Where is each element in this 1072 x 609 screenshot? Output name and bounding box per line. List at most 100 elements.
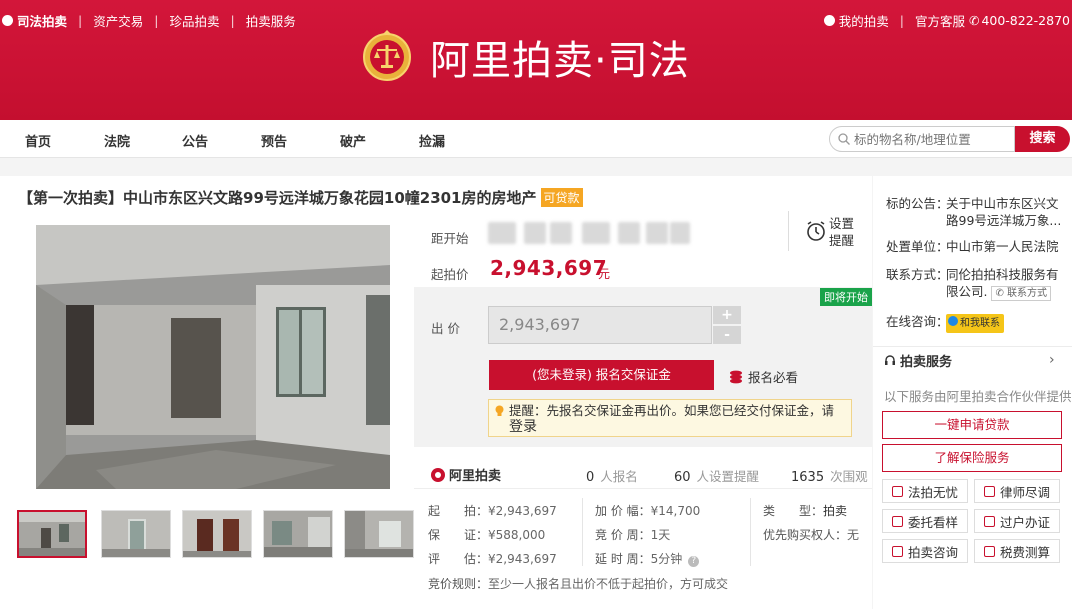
thumbnail-1[interactable] xyxy=(17,510,87,558)
bid-amount-field[interactable]: 2,943,697 xyxy=(488,306,712,344)
phone-icon: ✆ xyxy=(995,288,1008,299)
site-logo[interactable]: 阿里拍卖·司法 xyxy=(362,28,690,86)
service-lawyer-check[interactable]: 律师尽调 xyxy=(974,479,1060,503)
search-icon xyxy=(838,133,850,145)
service-transfer-label: 过户办证 xyxy=(999,514,1050,530)
services-header[interactable]: 拍卖服务 xyxy=(884,351,952,370)
my-auction-label: 我的拍卖 xyxy=(838,14,889,29)
notice-text: 提醒：先报名交保证金再出价。如果您已经交付保证金，请 xyxy=(509,403,835,418)
lawyer-icon xyxy=(983,485,995,497)
heart-icon xyxy=(891,485,903,497)
service-lawyer-check-label: 律师尽调 xyxy=(999,484,1050,500)
court-emblem-icon xyxy=(363,30,411,81)
detail-increment: 加 价 幅：¥14,700 xyxy=(595,504,701,518)
price-unit: 元 xyxy=(598,267,611,281)
thumbnail-5[interactable] xyxy=(344,510,414,558)
sidebar-court-label: 处置单位： xyxy=(886,239,949,254)
detail-start-price: 起 拍：¥2,943,697 xyxy=(428,504,557,518)
contact-info-button[interactable]: ✆ 联系方式 xyxy=(991,286,1052,301)
judicial-icon xyxy=(2,15,13,26)
user-icon xyxy=(823,15,835,26)
nav-bargain[interactable]: 捡漏 xyxy=(419,131,445,150)
support-phone: 400-822-2870 xyxy=(981,13,1070,28)
bid-stepper: + - xyxy=(713,306,741,344)
set-reminder-label: 设置提醒 xyxy=(829,216,855,248)
service-transfer[interactable]: 过户办证 xyxy=(974,509,1060,533)
nav-home[interactable]: 首页 xyxy=(25,131,51,150)
reminder-count-value: 60 xyxy=(674,470,691,485)
must-read-label: 报名必看 xyxy=(748,370,799,385)
detail-appraisal: 评 估：¥2,943,697 xyxy=(428,552,557,566)
reminder-count-label: 人设置提醒 xyxy=(696,469,760,484)
nav-preview[interactable]: 预告 xyxy=(261,131,287,150)
help-icon[interactable]: ? xyxy=(688,556,700,567)
sidebar-chat-label: 在线咨询： xyxy=(886,314,949,329)
main-photo[interactable] xyxy=(36,225,390,489)
service-tax-calc[interactable]: 税费测算 xyxy=(974,539,1060,563)
sidebar-notice-line1: 关于中山市东区兴文 xyxy=(946,196,1059,211)
view-count: 1635 次围观 xyxy=(791,466,868,485)
support-link[interactable]: 官方客服 xyxy=(915,11,965,30)
signup-count-value: 0 xyxy=(586,470,595,485)
my-auction-link[interactable]: 我的拍卖 xyxy=(823,11,889,30)
main-nav: 首页 法院 公告 预告 破产 捡漏 搜索 xyxy=(0,120,1072,158)
calculator-icon xyxy=(983,545,995,557)
search-button[interactable]: 搜索 xyxy=(1015,126,1070,152)
countdown-label: 距开始 xyxy=(431,231,469,246)
start-price-value: 2,943,697 xyxy=(490,256,608,280)
sidebar-contact-value: 同伦拍拍科技服务有 限公司. ✆ 联系方式 xyxy=(946,266,1059,301)
nav-court[interactable]: 法院 xyxy=(104,131,130,150)
insurance-button[interactable]: 了解保险服务 xyxy=(882,444,1062,472)
contact-info-label: 联系方式 xyxy=(1007,288,1048,299)
nav-notice[interactable]: 公告 xyxy=(182,131,208,150)
top-header: 司法拍卖 | 资产交易 | 珍品拍卖 | 拍卖服务 我的拍卖 | 官方客服 ✆ … xyxy=(0,0,1072,120)
status-badge: 即将开始 xyxy=(820,288,872,306)
sidebar-court-value[interactable]: 中山市第一人民法院 xyxy=(946,238,1059,255)
service-worry-free[interactable]: 法拍无忧 xyxy=(882,479,968,503)
chat-button[interactable]: 和我联系 xyxy=(946,314,1004,333)
top-links: 司法拍卖 | 资产交易 | 珍品拍卖 | 拍卖服务 我的拍卖 | 官方客服 ✆ … xyxy=(0,11,1072,30)
link-treasure-auction[interactable]: 珍品拍卖 xyxy=(169,11,219,30)
alarm-clock-icon xyxy=(807,221,825,241)
sidebar-contact-label: 联系方式： xyxy=(886,267,949,282)
reminder-count: 60 人设置提醒 xyxy=(674,466,759,485)
brand-label: 司法拍卖 xyxy=(17,14,68,29)
detail-extend-cycle: 延 时 周：5分钟? xyxy=(595,550,700,567)
sidebar-notice-line2: 路99号远洋城万象... xyxy=(946,213,1062,228)
detail-bid-rule: 竞价规则：至少一人报名且出价不低于起拍价，方可成交 xyxy=(428,577,729,591)
chevron-right-icon[interactable]: › xyxy=(1049,352,1055,368)
sidebar-contact-line1: 同伦拍拍科技服务有 xyxy=(946,267,1059,282)
service-consult[interactable]: 拍卖咨询 xyxy=(882,539,968,563)
brand-link[interactable]: 司法拍卖 xyxy=(2,11,67,30)
ali-logo-text: 阿里拍卖 xyxy=(449,469,502,484)
sidebar-notice-link[interactable]: 关于中山市东区兴文 路99号远洋城万象... xyxy=(946,195,1061,229)
document-icon xyxy=(983,515,995,527)
listing-title: 【第一次拍卖】中山市东区兴文路99号远洋城万象花园10幢2301房的房地产 可贷款 xyxy=(18,187,583,208)
service-consult-label: 拍卖咨询 xyxy=(907,544,958,560)
must-read-link[interactable]: 报名必看 xyxy=(728,367,798,386)
signup-count: 0 人报名 xyxy=(586,466,638,485)
thumbnail-2[interactable] xyxy=(101,510,171,558)
service-viewing[interactable]: 委托看样 xyxy=(882,509,968,533)
signup-deposit-button[interactable]: (您未登录) 报名交保证金 xyxy=(489,360,714,390)
deposit-notice: 提醒：先报名交保证金再出价。如果您已经交付保证金，请登录 xyxy=(488,399,852,437)
search-input[interactable] xyxy=(854,130,1009,148)
ali-logo-icon xyxy=(431,467,445,482)
sidebar-contact-line2: 限公司. xyxy=(946,284,988,299)
divider xyxy=(750,498,751,566)
decrement-button[interactable]: - xyxy=(713,326,741,344)
link-asset-trading[interactable]: 资产交易 xyxy=(93,11,143,30)
nav-bankruptcy[interactable]: 破产 xyxy=(340,131,366,150)
coins-icon xyxy=(730,370,742,383)
location-icon xyxy=(891,515,903,527)
notice-login-link[interactable]: 登录 xyxy=(509,419,537,435)
chat-icon xyxy=(891,545,903,557)
view-count-label: 次围观 xyxy=(830,469,868,484)
link-auction-service[interactable]: 拍卖服务 xyxy=(246,11,296,30)
thumbnail-3[interactable] xyxy=(182,510,252,558)
thumbnail-4[interactable] xyxy=(263,510,333,558)
apply-loan-button[interactable]: 一键申请贷款 xyxy=(882,411,1062,439)
detail-bid-cycle: 竞 价 周：1天 xyxy=(595,528,671,542)
view-count-value: 1635 xyxy=(791,470,825,485)
increment-button[interactable]: + xyxy=(713,306,741,324)
